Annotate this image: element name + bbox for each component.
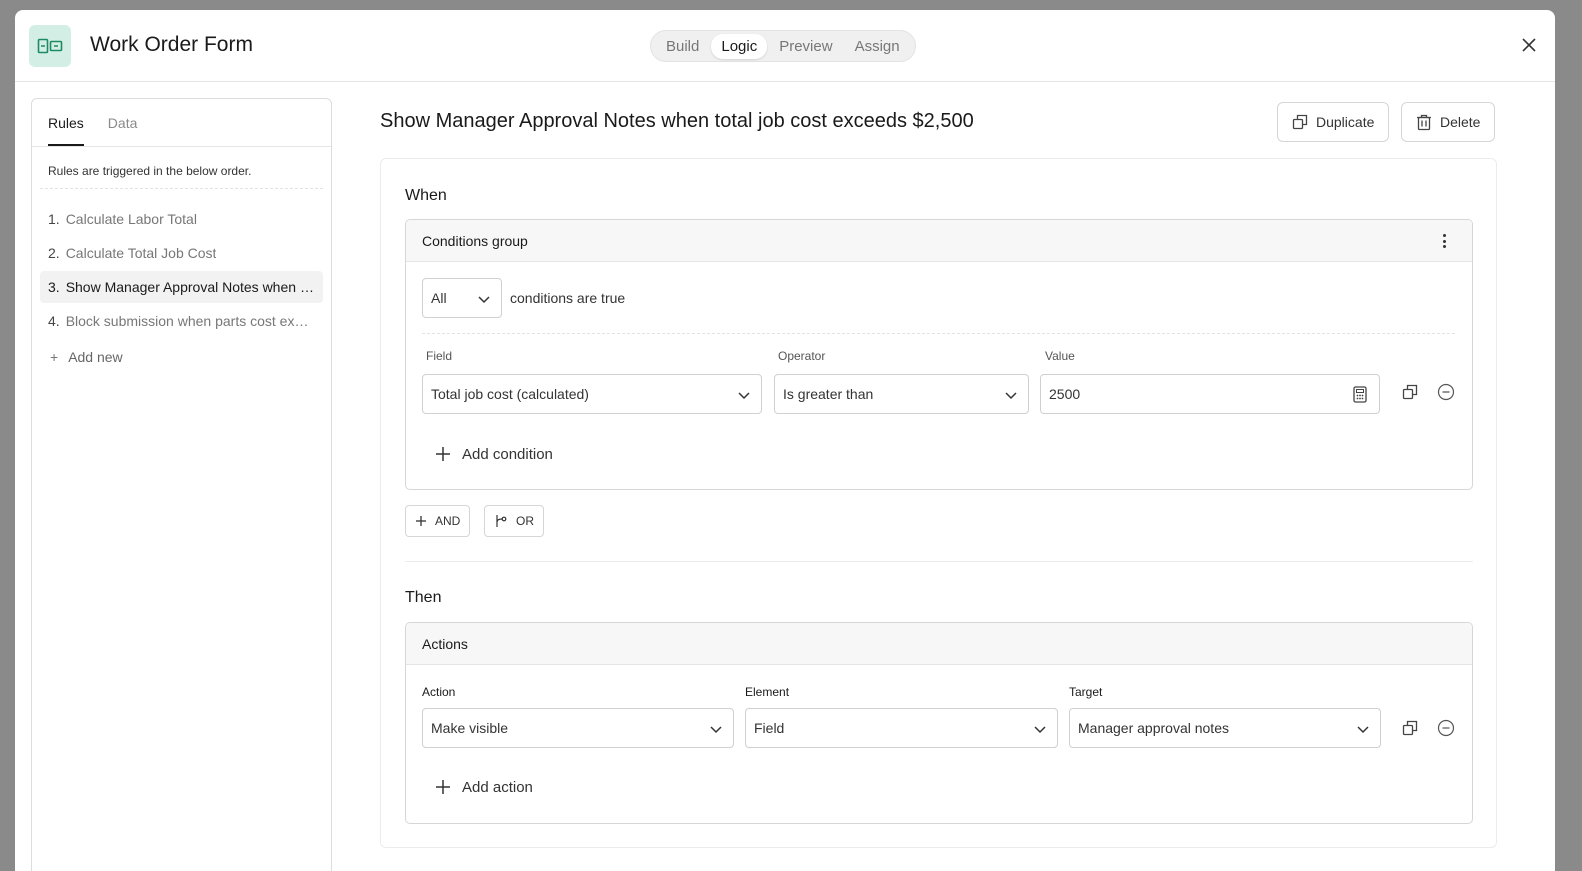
rule-number: 4.	[48, 313, 60, 329]
field-column-label: Field	[426, 349, 453, 363]
action-select[interactable]: Make visible	[422, 708, 734, 748]
conditions-group-title: Conditions group	[422, 232, 528, 249]
match-mode-select[interactable]: All	[422, 278, 502, 318]
duplicate-button[interactable]: Duplicate	[1277, 102, 1390, 142]
element-value: Field	[754, 720, 785, 736]
rule-list: 1. Calculate Labor Total 2. Calculate To…	[40, 203, 323, 337]
form-icon	[29, 25, 71, 67]
chevron-down-icon	[1034, 726, 1046, 734]
condition-value: 2500	[1049, 386, 1081, 402]
plus-icon	[436, 780, 450, 794]
rule-label: Calculate Total Job Cost	[65, 245, 217, 261]
chevron-down-icon	[738, 392, 750, 400]
duplicate-condition-icon[interactable]	[1400, 382, 1420, 402]
or-label: OR	[516, 514, 534, 528]
add-condition-label: Add condition	[462, 445, 553, 463]
modal-header: Work Order Form Build Logic Preview Assi…	[15, 10, 1555, 82]
rule-label: Calculate Labor Total	[65, 211, 197, 227]
delete-button[interactable]: Delete	[1401, 102, 1496, 142]
add-or-group-button[interactable]: OR	[484, 505, 544, 537]
target-value: Manager approval notes	[1078, 720, 1229, 736]
add-new-label: Add new	[68, 349, 123, 365]
plus-icon	[436, 447, 450, 461]
tab-preview[interactable]: Preview	[769, 34, 842, 59]
plus-icon: +	[50, 349, 59, 365]
rule-item-selected[interactable]: 3. Show Manager Approval Notes when tota…	[40, 271, 323, 303]
operator-column-label: Operator	[778, 349, 826, 363]
delete-label: Delete	[1440, 114, 1481, 130]
duplicate-action-icon[interactable]	[1400, 718, 1420, 738]
rule-item[interactable]: 2. Calculate Total Job Cost	[40, 237, 323, 269]
condition-field-value: Total job cost (calculated)	[431, 386, 589, 402]
condition-field-select[interactable]: Total job cost (calculated)	[422, 374, 762, 414]
mode-tabs: Build Logic Preview Assign	[650, 30, 916, 62]
add-condition-button[interactable]: Add condition	[434, 442, 553, 466]
remove-condition-icon[interactable]	[1436, 382, 1456, 402]
branch-icon	[496, 515, 507, 527]
target-column-label: Target	[1069, 685, 1103, 699]
rule-item[interactable]: 4. Block submission when parts cost exce…	[40, 305, 323, 337]
tab-logic[interactable]: Logic	[711, 33, 768, 59]
divider	[422, 333, 1455, 334]
duplicate-label: Duplicate	[1316, 114, 1375, 130]
condition-operator-value: Is greater than	[783, 386, 874, 402]
action-value: Make visible	[431, 720, 509, 736]
chevron-down-icon	[478, 296, 490, 304]
actions-group-header: Actions	[406, 623, 1472, 665]
value-column-label: Value	[1045, 349, 1075, 363]
duplicate-icon	[1292, 114, 1308, 130]
rule-editor-card: When Conditions group All conditions are…	[380, 158, 1497, 848]
tab-data[interactable]: Data	[108, 99, 138, 146]
form-logic-modal: Work Order Form Build Logic Preview Assi…	[15, 10, 1555, 871]
chevron-down-icon	[1357, 726, 1369, 734]
chevron-down-icon	[710, 726, 722, 734]
actions-group: Actions Action Element Target Make visib…	[405, 622, 1473, 824]
rule-number: 3.	[48, 279, 60, 295]
condition-operator-select[interactable]: Is greater than	[774, 374, 1029, 414]
match-mode-text: conditions are true	[510, 290, 626, 306]
sidebar-tabs: Rules Data	[32, 99, 331, 147]
tab-build[interactable]: Build	[656, 34, 709, 59]
calculator-icon[interactable]	[1353, 386, 1367, 403]
section-divider	[405, 561, 1473, 562]
conditions-group-header: Conditions group	[406, 220, 1472, 262]
plus-icon	[416, 516, 426, 526]
rule-item[interactable]: 1. Calculate Labor Total	[40, 203, 323, 235]
add-action-label: Add action	[462, 778, 533, 796]
add-action-button[interactable]: Add action	[434, 775, 533, 799]
then-label: Then	[405, 589, 442, 606]
element-column-label: Element	[745, 685, 790, 699]
element-select[interactable]: Field	[745, 708, 1058, 748]
remove-action-icon[interactable]	[1436, 718, 1456, 738]
action-column-label: Action	[422, 685, 456, 699]
rule-title: Show Manager Approval Notes when total j…	[380, 110, 974, 132]
tab-rules[interactable]: Rules	[48, 99, 84, 146]
add-and-group-button[interactable]: AND	[405, 505, 471, 537]
conditions-group: Conditions group All conditions are true…	[405, 219, 1473, 490]
match-mode-value: All	[431, 290, 447, 306]
rules-hint: Rules are triggered in the below order.	[40, 164, 323, 189]
close-icon[interactable]	[1519, 35, 1539, 55]
rule-number: 1.	[48, 211, 60, 227]
tab-assign[interactable]: Assign	[845, 34, 910, 59]
condition-value-input[interactable]: 2500	[1040, 374, 1380, 414]
rule-label: Block submission when parts cost exceeds	[65, 313, 315, 329]
more-options-icon[interactable]	[1436, 232, 1452, 250]
rule-number: 2.	[48, 245, 60, 261]
rules-sidebar: Rules Data Rules are triggered in the be…	[31, 98, 332, 871]
actions-group-title: Actions	[422, 635, 468, 652]
trash-icon	[1417, 114, 1431, 130]
page-title: Work Order Form	[90, 33, 253, 56]
rule-label: Show Manager Approval Notes when total j…	[65, 279, 315, 295]
add-new-rule-button[interactable]: + Add new	[40, 341, 323, 373]
chevron-down-icon	[1005, 392, 1017, 400]
target-select[interactable]: Manager approval notes	[1069, 708, 1381, 748]
and-label: AND	[435, 514, 461, 528]
when-label: When	[405, 187, 447, 204]
